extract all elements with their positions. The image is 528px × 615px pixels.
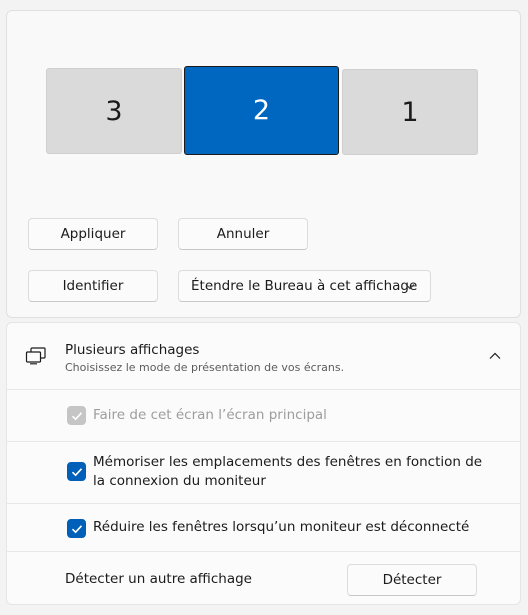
monitor-2[interactable]: 2 <box>184 66 339 155</box>
checkmark-icon <box>71 467 82 476</box>
chevron-down-icon <box>405 284 415 290</box>
minimize-windows-label: Réduire les fenêtres lorsqu’un moniteur … <box>93 519 470 535</box>
monitor-3[interactable]: 3 <box>46 68 182 154</box>
apply-button[interactable]: Appliquer <box>28 218 158 250</box>
option-row-primary-display: Faire de cet écran l’écran principal <box>7 390 520 442</box>
primary-display-label: Faire de cet écran l’écran principal <box>93 407 327 423</box>
primary-display-checkbox <box>67 406 86 425</box>
chevron-up-icon[interactable] <box>488 351 502 361</box>
monitor-1[interactable]: 1 <box>342 69 478 155</box>
detect-button[interactable]: Détecter <box>347 564 477 596</box>
checkmark-icon <box>71 411 82 420</box>
option-row-minimize-windows: Réduire les fenêtres lorsqu’un moniteur … <box>7 504 520 552</box>
multiple-displays-section: Plusieurs affichages Choisissez le mode … <box>6 322 521 605</box>
display-mode-dropdown[interactable]: Étendre le Bureau à cet affichage <box>178 270 431 302</box>
remember-windows-label: Mémoriser les emplacements des fenêtres … <box>93 454 483 489</box>
display-mode-value: Étendre le Bureau à cet affichage <box>191 278 418 294</box>
multiple-displays-header[interactable]: Plusieurs affichages Choisissez le mode … <box>7 323 520 390</box>
checkmark-icon <box>71 524 82 533</box>
identify-button[interactable]: Identifier <box>28 270 158 302</box>
remember-windows-checkbox[interactable] <box>67 462 86 481</box>
cancel-button[interactable]: Annuler <box>178 218 308 250</box>
display-arrangement-panel: 3 2 1 Appliquer Annuler Identifier Étend… <box>6 10 521 318</box>
minimize-windows-checkbox[interactable] <box>67 519 86 538</box>
section-subtitle: Choisissez le mode de présentation de vo… <box>65 361 345 374</box>
option-row-detect-display: Détecter un autre affichage Détecter <box>7 552 520 604</box>
detect-display-label: Détecter un autre affichage <box>65 571 252 587</box>
option-row-remember-windows: Mémoriser les emplacements des fenêtres … <box>7 442 520 504</box>
section-title: Plusieurs affichages <box>65 342 200 358</box>
multiple-displays-icon <box>25 347 46 365</box>
